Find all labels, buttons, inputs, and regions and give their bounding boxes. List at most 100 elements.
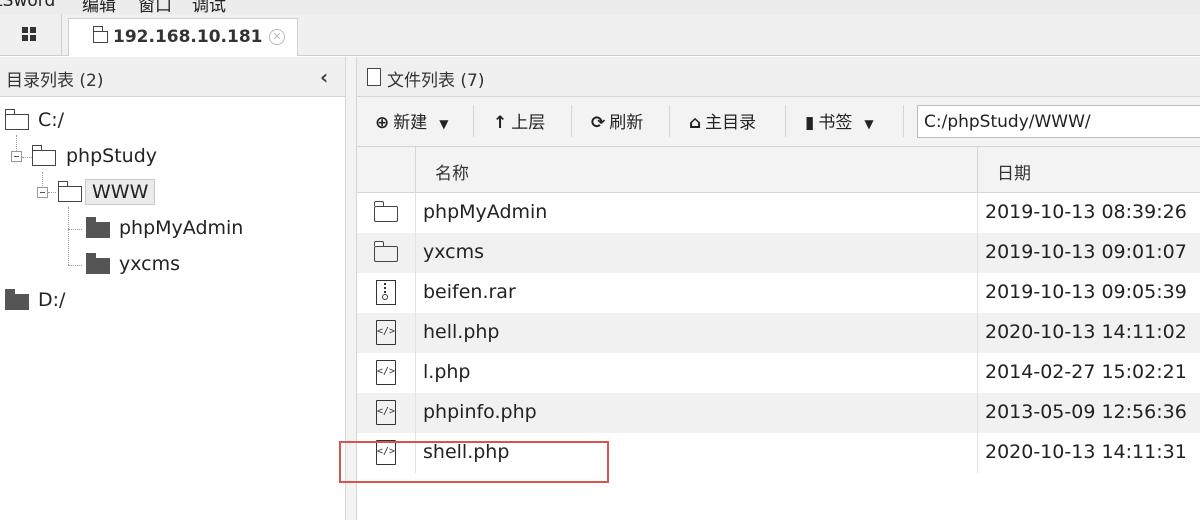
collapse-panel-icon[interactable]: ‹ bbox=[320, 65, 328, 89]
menu-item-window[interactable]: 窗口 bbox=[138, 0, 172, 14]
collapse-node-icon[interactable] bbox=[11, 151, 22, 162]
menu-bar: tSword 编辑 窗口 调试 bbox=[0, 0, 1200, 14]
home-icon: ⌂ bbox=[689, 113, 702, 133]
refresh-button[interactable]: ⟳ 刷新 bbox=[591, 108, 643, 133]
folder-icon bbox=[86, 217, 110, 238]
column-header-date[interactable]: 日期 bbox=[997, 159, 1031, 184]
file-table-header: 名称 日期 bbox=[357, 147, 1200, 193]
toolbar-separator bbox=[785, 105, 786, 137]
directory-panel-title: 目录列表 (2) bbox=[6, 71, 104, 91]
code-file-icon: </> bbox=[376, 360, 396, 385]
file-row[interactable]: phpMyAdmin 2019-10-13 08:39:26 bbox=[357, 193, 1200, 233]
refresh-icon: ⟳ bbox=[591, 113, 606, 133]
column-separator bbox=[977, 147, 978, 193]
tree-node-label: phpMyAdmin bbox=[119, 217, 244, 239]
collapse-node-icon[interactable] bbox=[37, 187, 48, 198]
tree-connector bbox=[68, 265, 82, 266]
file-name: yxcms bbox=[423, 241, 485, 263]
cell-separator bbox=[415, 393, 416, 433]
plus-circle-icon: ⊕ bbox=[375, 113, 390, 133]
cell-separator bbox=[977, 353, 978, 393]
column-header-name[interactable]: 名称 bbox=[435, 159, 469, 184]
cell-separator bbox=[977, 193, 978, 233]
toolbar-separator bbox=[571, 105, 572, 137]
file-row[interactable]: yxcms 2019-10-13 09:01:07 bbox=[357, 233, 1200, 273]
tab-label: 192.168.10.181 bbox=[113, 27, 263, 47]
file-date: 2020-10-13 14:11:02 bbox=[985, 321, 1187, 343]
file-name: l.php bbox=[423, 361, 471, 383]
file-date: 2013-05-09 12:56:36 bbox=[985, 401, 1187, 423]
cell-separator bbox=[415, 313, 416, 353]
toolbar-separator bbox=[473, 105, 474, 137]
caret-down-icon: ▼ bbox=[864, 117, 874, 131]
cell-separator bbox=[977, 393, 978, 433]
tree-node-label: yxcms bbox=[119, 253, 181, 275]
tree-connector bbox=[68, 229, 82, 230]
folder-icon bbox=[373, 201, 398, 222]
cell-separator bbox=[415, 273, 416, 313]
folder-icon bbox=[373, 241, 398, 262]
folder-open-icon bbox=[4, 109, 29, 130]
tab-bar: 192.168.10.181 ✕ bbox=[0, 14, 1200, 56]
cell-separator bbox=[977, 233, 978, 273]
cell-separator bbox=[415, 233, 416, 273]
folder-icon bbox=[92, 26, 108, 43]
cell-separator bbox=[415, 353, 416, 393]
file-name: hell.php bbox=[423, 321, 500, 343]
tree-node-label: C:/ bbox=[38, 109, 65, 131]
cell-separator bbox=[977, 433, 978, 473]
cell-separator bbox=[977, 313, 978, 353]
file-date: 2019-10-13 08:39:26 bbox=[985, 201, 1187, 223]
file-date: 2019-10-13 09:05:39 bbox=[985, 281, 1187, 303]
file-icon bbox=[367, 68, 381, 86]
file-panel-title: 文件列表 (7) bbox=[387, 71, 485, 91]
folder-icon bbox=[5, 289, 29, 310]
highlight-box bbox=[339, 441, 609, 483]
tree-connector bbox=[68, 207, 69, 265]
close-tab-icon[interactable]: ✕ bbox=[269, 29, 285, 45]
toolbar-separator bbox=[669, 105, 670, 137]
home-directory-button[interactable]: ⌂ 主目录 bbox=[689, 108, 756, 133]
tree-connector bbox=[48, 192, 56, 193]
folder-open-icon bbox=[57, 181, 82, 202]
file-date: 2020-10-13 14:11:31 bbox=[985, 441, 1187, 463]
archive-file-icon bbox=[376, 280, 396, 305]
column-separator bbox=[415, 147, 416, 193]
file-panel-header: 文件列表 (7) bbox=[357, 57, 1200, 97]
file-row[interactable]: </> l.php 2014-02-27 15:02:21 bbox=[357, 353, 1200, 393]
new-button[interactable]: ⊕ 新建 ▼ bbox=[375, 108, 448, 133]
tree-connector bbox=[22, 157, 32, 158]
folder-icon bbox=[86, 253, 110, 274]
tree-node-label: D:/ bbox=[38, 289, 66, 311]
file-row[interactable]: </> phpinfo.php 2013-05-09 12:56:36 bbox=[357, 393, 1200, 433]
directory-panel-header: 目录列表 (2) ‹ bbox=[0, 57, 345, 97]
directory-panel: 目录列表 (2) ‹ C:/ phpStudy WWW phpMyAdmin y… bbox=[0, 57, 345, 520]
menu-item-app[interactable]: tSword bbox=[0, 0, 55, 11]
menu-item-edit[interactable]: 编辑 bbox=[82, 0, 116, 14]
file-date: 2019-10-13 09:01:07 bbox=[985, 241, 1187, 263]
bookmark-icon: ▮ bbox=[805, 113, 815, 133]
menu-item-debug[interactable]: 调试 bbox=[192, 0, 226, 14]
bookmark-button[interactable]: ▮ 书签 ▼ bbox=[805, 108, 874, 133]
cell-separator bbox=[977, 273, 978, 313]
file-toolbar: ⊕ 新建 ▼ ↑ 上层 ⟳ 刷新 ⌂ 主目录 ▮ 书签 ▼ bbox=[357, 97, 1200, 147]
caret-down-icon: ▼ bbox=[439, 117, 449, 131]
tree-node-label-selected: WWW bbox=[85, 179, 156, 205]
up-level-button[interactable]: ↑ 上层 bbox=[493, 108, 545, 133]
arrow-up-icon: ↑ bbox=[493, 113, 508, 133]
file-name: phpinfo.php bbox=[423, 401, 537, 423]
tab-connection[interactable]: 192.168.10.181 ✕ bbox=[68, 18, 298, 56]
tree-node-label: phpStudy bbox=[66, 145, 158, 167]
file-name: beifen.rar bbox=[423, 281, 516, 303]
cell-separator bbox=[415, 193, 416, 233]
file-row[interactable]: </> hell.php 2020-10-13 14:11:02 bbox=[357, 313, 1200, 353]
file-row[interactable]: beifen.rar 2019-10-13 09:05:39 bbox=[357, 273, 1200, 313]
file-name: phpMyAdmin bbox=[423, 201, 548, 223]
folder-open-icon bbox=[31, 145, 56, 166]
home-grid-button[interactable] bbox=[0, 14, 62, 55]
path-input[interactable] bbox=[917, 105, 1200, 138]
toolbar-separator bbox=[903, 105, 904, 137]
code-file-icon: </> bbox=[376, 320, 396, 345]
code-file-icon: </> bbox=[376, 400, 396, 425]
file-date: 2014-02-27 15:02:21 bbox=[985, 361, 1187, 383]
